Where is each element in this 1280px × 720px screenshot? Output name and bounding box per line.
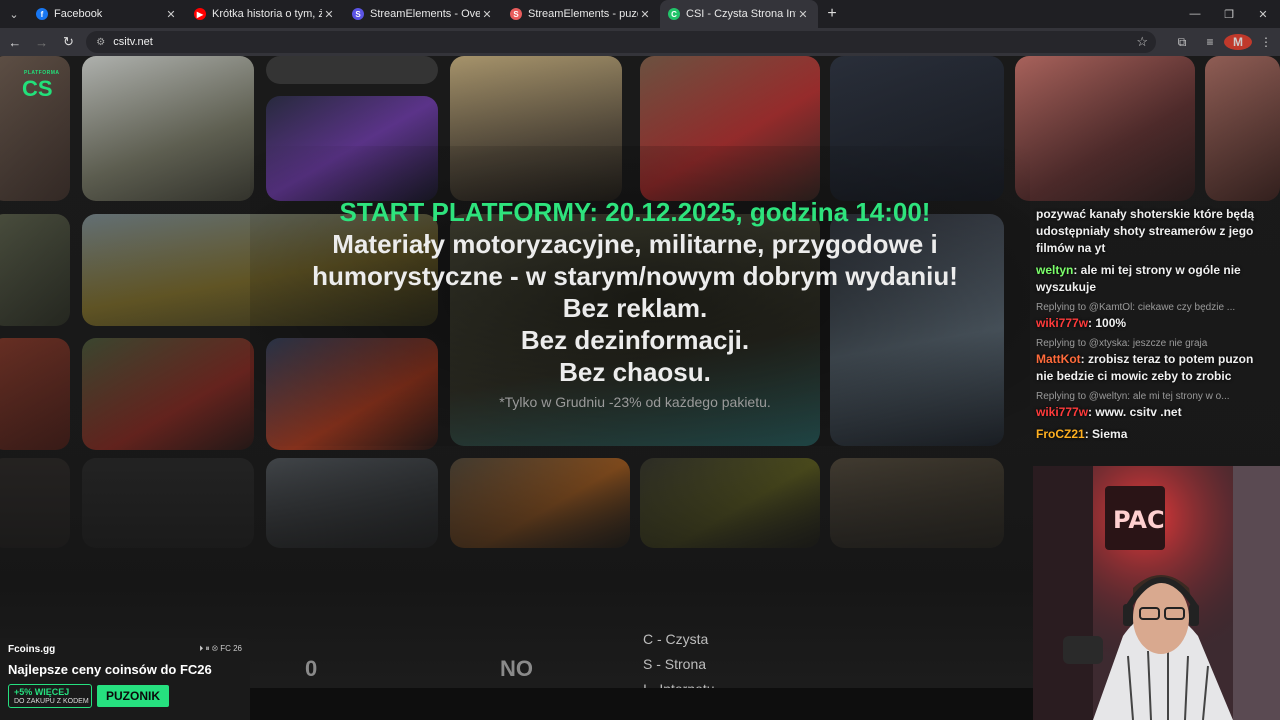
launch-date-heading: START PLATFORMY: 20.12.2025, godzina 14:… xyxy=(339,197,931,227)
bookmark-star-icon[interactable]: ☆ xyxy=(1136,34,1148,50)
tab-title: StreamElements - Overlays xyxy=(370,8,480,20)
hero-text: START PLATFORMY: 20.12.2025, godzina 14:… xyxy=(250,196,1020,410)
window-controls: — ❐ ✕ xyxy=(1178,0,1280,28)
chat-text: : 100% xyxy=(1088,316,1127,330)
close-window-icon[interactable]: ✕ xyxy=(1246,8,1280,21)
chat-username: weltyn xyxy=(1036,263,1074,277)
address-bar[interactable]: ⚙ csitv.net ☆ xyxy=(86,31,1156,53)
close-tab-icon[interactable]: ✕ xyxy=(638,8,652,21)
close-tab-icon[interactable]: ✕ xyxy=(480,8,494,21)
counter-label: NO xyxy=(500,656,533,681)
tab-search-button[interactable]: ⌄ xyxy=(0,0,28,28)
stream-bottom-bar xyxy=(250,688,1035,720)
chat-message: wiki777w: 100% xyxy=(1036,315,1272,332)
chat-message: pozywać kanały shoterskie które będą udo… xyxy=(1036,206,1272,257)
tab-strip: ⌄ f Facebook ✕ ▶ Krótka historia o tym, że w… xyxy=(0,0,1280,28)
sponsor-banner: Fcoins.gg ⏵ ⏸ ⊗ FC 26 Najlepsze ceny coi… xyxy=(0,638,250,720)
chat-username: MattKot xyxy=(1036,352,1081,366)
menu-icon[interactable]: ⋮ xyxy=(1252,35,1280,49)
platform-label: FC 26 xyxy=(220,644,242,653)
minimize-icon[interactable]: — xyxy=(1178,8,1212,20)
hero-line: humorystyczne - w starym/nowym dobrym wy… xyxy=(312,261,958,291)
url-text: csitv.net xyxy=(113,36,153,48)
chat-username: wiki777w xyxy=(1036,316,1089,330)
close-tab-icon[interactable]: ✕ xyxy=(796,8,810,21)
extensions-icon[interactable]: ⧉ xyxy=(1168,35,1196,50)
chat-message: FroCZ21: Siema xyxy=(1036,426,1272,443)
media-controls-icon[interactable]: ≡ xyxy=(1196,35,1224,49)
counter-value: 0 xyxy=(305,656,318,681)
csi-line: S - Strona xyxy=(643,656,707,672)
logo-mark: CS xyxy=(22,76,53,101)
tab-title: CSI - Czysta Strona Internetu xyxy=(686,8,796,20)
chat-text: : www. csitv .net xyxy=(1088,405,1182,419)
browser-toolbar: ← → ↻ ⚙ csitv.net ☆ ⧉ ≡ M ⋮ xyxy=(0,28,1280,56)
close-tab-icon[interactable]: ✕ xyxy=(164,8,178,21)
hero-line: Bez chaosu. xyxy=(559,357,711,387)
csi-line: C - Czysta xyxy=(643,631,709,647)
browser-tab[interactable]: S StreamElements - puzonik✕ xyxy=(502,0,660,28)
chat-text: pozywać kanały shoterskie które będą udo… xyxy=(1036,207,1255,255)
new-tab-button[interactable]: + xyxy=(818,5,846,23)
tab-title: StreamElements - puzonik xyxy=(528,8,638,20)
sponsor-brand: Fcoins.gg xyxy=(8,644,56,655)
browser-tab[interactable]: ▶ Krótka historia o tym, że wracam✕ xyxy=(186,0,344,28)
site-info-icon[interactable]: ⚙ xyxy=(96,37,105,48)
webcam-image: PAC xyxy=(1033,466,1280,720)
reload-button[interactable]: ↻ xyxy=(57,30,81,54)
page-viewport: PLATFORMA CS START PLATFORMY: 20.12.2025… xyxy=(0,56,1280,720)
chat-message: MattKot: zrobisz teraz to potem puzon ni… xyxy=(1036,351,1272,385)
sponsor-headline: Najlepsze ceny coinsów do FC26 xyxy=(8,662,212,677)
stream-chat-overlay: pozywać kanały shoterskie które będą udo… xyxy=(1036,206,1272,448)
youtube-icon: ▶ xyxy=(194,8,206,20)
profile-button[interactable]: M xyxy=(1223,34,1252,50)
csi-icon: C xyxy=(668,8,680,20)
discount-caption: DO ZAKUPU Z KODEM xyxy=(14,698,89,705)
close-tab-icon[interactable]: ✕ xyxy=(322,8,336,21)
tab-title: Krótka historia o tym, że wracam xyxy=(212,8,322,20)
hero-line: Bez dezinformacji. xyxy=(520,325,750,355)
promo-code: PUZONIK xyxy=(97,685,169,707)
streamelements-icon: S xyxy=(510,8,522,20)
chat-username: FroCZ21 xyxy=(1036,427,1085,441)
chat-text: : Siema xyxy=(1084,427,1128,441)
browser-tab[interactable]: S StreamElements - Overlays✕ xyxy=(344,0,502,28)
site-logo[interactable]: PLATFORMA CS xyxy=(18,70,62,104)
chat-username: wiki777w xyxy=(1036,405,1089,419)
restore-icon[interactable]: ❐ xyxy=(1212,8,1246,21)
tab-title: Facebook xyxy=(54,8,103,20)
avatar: M xyxy=(1223,34,1252,50)
sponsor-platforms: ⏵ ⏸ ⊗ FC 26 xyxy=(199,644,242,653)
browser-tab[interactable]: f Facebook ✕ xyxy=(28,0,186,28)
promo-note: *Tylko w Grudniu -23% od każdego pakietu… xyxy=(499,394,771,410)
chat-reply-context: Replying to @xtyska: jeszcze nie graja xyxy=(1036,338,1208,349)
discount-badge: +5% WIĘCEJ DO ZAKUPU Z KODEM xyxy=(8,684,92,708)
facebook-icon: f xyxy=(36,8,48,20)
hero-line: Bez reklam. xyxy=(562,293,708,323)
forward-button[interactable]: → xyxy=(30,30,54,54)
webcam-overlay: PAC xyxy=(1033,466,1280,720)
chat-message: wiki777w: www. csitv .net xyxy=(1036,404,1272,421)
chat-message: weltyn: ale mi tej strony w ogóle nie wy… xyxy=(1036,262,1272,296)
browser-tab[interactable]: C CSI - Czysta Strona Internetu✕ xyxy=(660,0,818,28)
hero-line: Materiały motoryzacyjne, militarne, przy… xyxy=(332,229,938,259)
svg-text:PAC: PAC xyxy=(1113,506,1165,534)
chat-reply-context: Replying to @KamtOl: ciekawe czy będzie … xyxy=(1036,302,1236,313)
discount-value: +5% WIĘCEJ xyxy=(14,687,70,697)
back-button[interactable]: ← xyxy=(3,30,27,54)
streamelements-icon: S xyxy=(352,8,364,20)
chat-reply-context: Replying to @weltyn: ale mi tej strony w… xyxy=(1036,391,1230,402)
